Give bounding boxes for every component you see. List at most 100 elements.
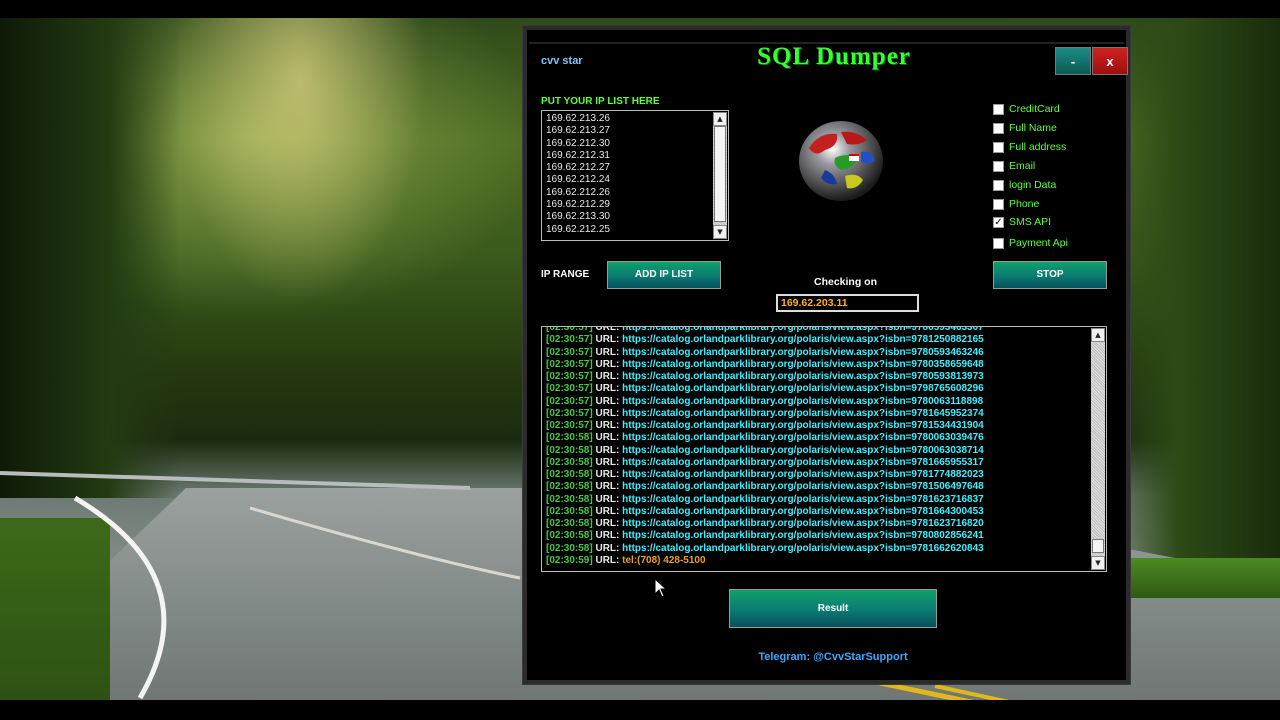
log-url[interactable]: https://catalog.orlandparklibrary.org/po…: [622, 469, 984, 480]
log-line: [02:30:57] URL: https://catalog.orlandpa…: [546, 420, 984, 432]
ip-list-scrollbar[interactable]: ▲ ▼: [713, 112, 727, 239]
log-url[interactable]: https://catalog.orlandparklibrary.org/po…: [622, 347, 984, 358]
log-tag: URL:: [595, 371, 620, 382]
ip-list-item: 169.62.212.27: [546, 162, 610, 174]
scroll-thumb[interactable]: [714, 126, 726, 222]
window-title: SQL Dumper: [757, 43, 911, 70]
log-url[interactable]: https://catalog.orlandparklibrary.org/po…: [622, 432, 984, 443]
result-button[interactable]: Result: [729, 589, 937, 628]
log-tag: URL:: [595, 469, 620, 480]
log-url[interactable]: https://catalog.orlandparklibrary.org/po…: [622, 494, 984, 505]
ip-range-label: IP RANGE: [541, 269, 590, 280]
log-tag: URL:: [595, 395, 620, 407]
log-url[interactable]: https://catalog.orlandparklibrary.org/po…: [622, 420, 984, 431]
log-url[interactable]: https://catalog.orlandparklibrary.org/po…: [622, 518, 984, 529]
scroll-thumb[interactable]: [1092, 539, 1104, 553]
checkbox-full-name[interactable]: [993, 122, 1004, 134]
log-timestamp: [02:30:58]: [546, 530, 593, 542]
checkbox-email[interactable]: [993, 160, 1004, 172]
log-url[interactable]: https://catalog.orlandparklibrary.org/po…: [622, 327, 984, 333]
log-line: [02:30:58] URL: https://catalog.orlandpa…: [546, 432, 984, 444]
log-line: [02:30:57] URL: https://catalog.orlandpa…: [546, 359, 984, 371]
option-full-address[interactable]: Full address: [993, 140, 1066, 154]
checkbox-full-address[interactable]: [993, 141, 1004, 153]
log-line: [02:30:58] URL: https://catalog.orlandpa…: [546, 445, 984, 457]
log-url[interactable]: https://catalog.orlandparklibrary.org/po…: [622, 543, 984, 554]
log-line: [02:30:58] URL: https://catalog.orlandpa…: [546, 457, 984, 469]
log-url[interactable]: https://catalog.orlandparklibrary.org/po…: [622, 481, 984, 492]
log-url[interactable]: https://catalog.orlandparklibrary.org/po…: [622, 408, 984, 419]
log-url[interactable]: https://catalog.orlandparklibrary.org/po…: [622, 383, 984, 394]
checkbox-creditcard[interactable]: [993, 103, 1004, 115]
ip-list-item: 169.62.212.24: [546, 174, 610, 186]
checking-ip-field[interactable]: 169.62.203.11: [776, 294, 919, 312]
log-timestamp: [02:30:57]: [546, 334, 593, 346]
log-tag: URL:: [595, 505, 620, 517]
log-url[interactable]: https://catalog.orlandparklibrary.org/po…: [622, 371, 984, 382]
log-url[interactable]: https://catalog.orlandparklibrary.org/po…: [622, 445, 984, 456]
log-timestamp: [02:30:57]: [546, 371, 593, 382]
log-url[interactable]: https://catalog.orlandparklibrary.org/po…: [622, 396, 983, 407]
log-tag: URL:: [595, 346, 620, 358]
option-label: SMS API: [1009, 216, 1052, 228]
option-label: Email: [1009, 160, 1036, 172]
log-tag: URL:: [595, 420, 620, 431]
log-url[interactable]: https://catalog.orlandparklibrary.org/po…: [622, 506, 984, 517]
ip-list-item: 169.62.212.29: [546, 199, 610, 211]
log-timestamp: [02:30:57]: [546, 407, 593, 419]
option-label: login Data: [1009, 179, 1057, 191]
app-name: cvv star: [541, 55, 583, 67]
option-sms-api[interactable]: ✓ SMS API: [993, 215, 1051, 229]
option-phone[interactable]: Phone: [993, 197, 1039, 211]
option-label: Payment Api: [1009, 237, 1068, 249]
log-timestamp: [02:30:57]: [546, 326, 593, 333]
mouse-cursor: [654, 578, 668, 598]
option-label: CreditCard: [1009, 103, 1060, 115]
add-ip-list-button[interactable]: ADD IP LIST: [607, 261, 721, 289]
log-url[interactable]: https://catalog.orlandparklibrary.org/po…: [622, 359, 984, 370]
checkbox-payment-api[interactable]: [993, 237, 1004, 249]
stop-button[interactable]: STOP: [993, 261, 1107, 289]
option-creditcard[interactable]: CreditCard: [993, 102, 1060, 116]
log-timestamp: [02:30:58]: [546, 444, 593, 456]
log-tag: URL:: [595, 444, 620, 456]
log-tag: URL:: [595, 481, 620, 493]
minimize-button[interactable]: -: [1055, 47, 1091, 75]
checkbox-sms-api[interactable]: ✓: [993, 216, 1004, 228]
log-line: [02:30:57] URL: https://catalog.orlandpa…: [546, 347, 984, 359]
telegram-support-link[interactable]: Telegram: @CvvStarSupport: [723, 651, 943, 663]
log-scrollbar[interactable]: ▲ ▼: [1091, 328, 1105, 570]
log-tag: URL:: [595, 554, 620, 566]
option-payment-api[interactable]: Payment Api: [993, 236, 1068, 250]
log-url[interactable]: https://catalog.orlandparklibrary.org/po…: [622, 334, 984, 345]
option-full-name[interactable]: Full Name: [993, 121, 1057, 135]
globe-image: [799, 121, 883, 201]
ip-list-textbox[interactable]: 169.62.213.26 169.62.213.27 169.62.212.30 1…: [541, 110, 729, 241]
log-timestamp: [02:30:58]: [546, 518, 593, 529]
log-url[interactable]: https://catalog.orlandparklibrary.org/po…: [622, 530, 984, 541]
log-tag: URL:: [595, 383, 620, 395]
title-bar[interactable]: cvv star SQL Dumper - x: [529, 42, 1128, 76]
checking-on-label: Checking on: [814, 276, 878, 288]
scroll-down-icon[interactable]: ▼: [1091, 556, 1105, 570]
close-button[interactable]: x: [1092, 47, 1128, 75]
log-line: [02:30:57] URL: https://catalog.orlandpa…: [546, 396, 984, 408]
results-log[interactable]: [02:30:57] URL: https://catalog.orlandpa…: [541, 326, 1107, 572]
checkbox-phone[interactable]: [993, 198, 1004, 210]
sql-dumper-window: cvv star SQL Dumper - x PUT YOUR IP LIST…: [522, 25, 1131, 685]
scroll-up-icon[interactable]: ▲: [713, 112, 727, 126]
scroll-down-icon[interactable]: ▼: [713, 225, 727, 239]
log-url[interactable]: https://catalog.orlandparklibrary.org/po…: [622, 457, 984, 468]
log-tag: URL:: [595, 334, 620, 346]
log-tag: URL:: [595, 407, 620, 419]
checkbox-login-data[interactable]: [993, 179, 1004, 191]
log-line: [02:30:57] URL: https://catalog.orlandpa…: [546, 371, 984, 383]
ip-list-rows: 169.62.213.26 169.62.213.27 169.62.212.30 1…: [546, 113, 610, 236]
log-line: [02:30:57] URL: https://catalog.orlandpa…: [546, 326, 984, 334]
log-url[interactable]: tel:(708) 428-5100: [622, 555, 705, 566]
scroll-up-icon[interactable]: ▲: [1091, 328, 1105, 342]
option-login-data[interactable]: login Data: [993, 178, 1056, 192]
log-timestamp: [02:30:57]: [546, 395, 593, 407]
option-email[interactable]: Email: [993, 159, 1035, 173]
log-timestamp: [02:30:57]: [546, 358, 593, 370]
